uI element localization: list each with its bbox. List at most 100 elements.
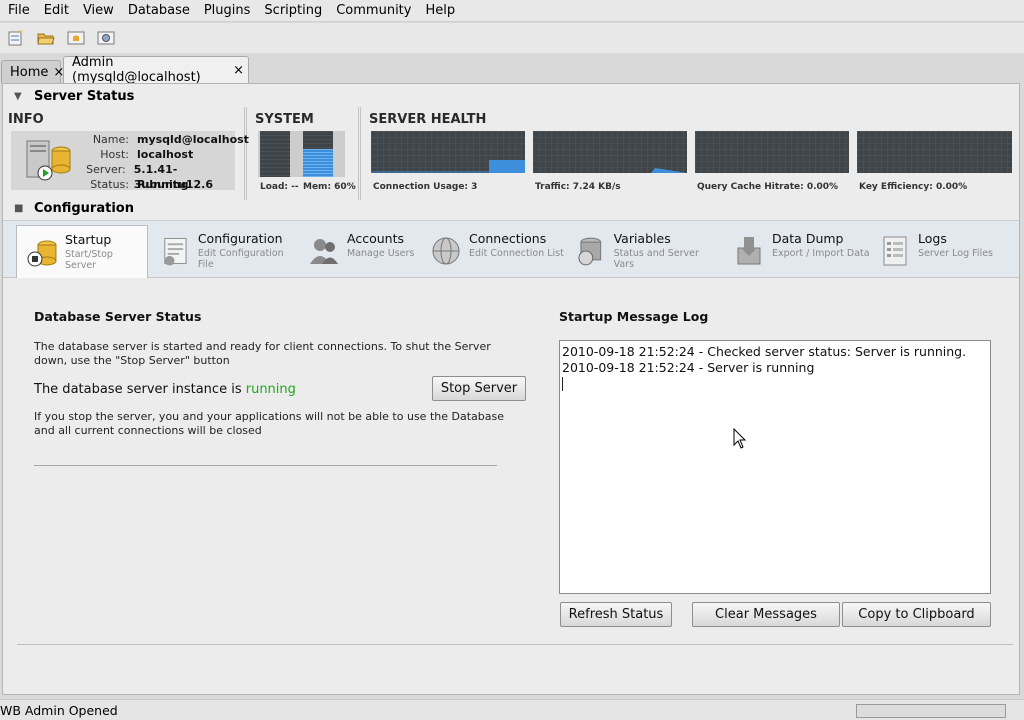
cfg-tab-startup[interactable]: Startup Start/Stop Server xyxy=(16,225,148,279)
traffic-graph xyxy=(533,131,687,173)
connection-usage-label: Connection Usage: 3 xyxy=(373,182,478,192)
cfg-tab-logs[interactable]: Logs Server Log Files xyxy=(870,225,1000,278)
tab-admin[interactable]: Admin (mysqld@localhost) × xyxy=(63,55,249,85)
menu-database[interactable]: Database xyxy=(120,0,196,22)
cfg-tab-label: Startup xyxy=(64,232,112,247)
cfg-tab-sub: Edit Connection List xyxy=(469,248,564,259)
instance-status: The database server instance is running xyxy=(34,382,296,397)
startup-message-log[interactable]: 2010-09-18 21:52:24 - Checked server sta… xyxy=(559,340,991,594)
divider xyxy=(34,465,497,466)
stop-server-button[interactable]: Stop Server xyxy=(432,376,526,401)
tab-admin-label: Admin (mysqld@localhost) xyxy=(72,55,201,85)
info-key: Name: xyxy=(92,133,129,146)
server-status-header[interactable]: ▼ Server Status xyxy=(3,85,134,107)
collapse-arrow-icon: ▼ xyxy=(14,90,22,102)
traffic-label: Traffic: 7.24 KB/s xyxy=(535,182,621,192)
load-gauge xyxy=(258,131,302,177)
status-description-line: down, use the "Stop Server" button xyxy=(34,354,230,367)
copy-to-clipboard-button[interactable]: Copy to Clipboard xyxy=(842,602,991,627)
menu-plugins[interactable]: Plugins xyxy=(196,0,257,22)
tab-home[interactable]: Home × xyxy=(1,60,64,83)
configuration-icon xyxy=(164,237,187,266)
menu-help-label: Help xyxy=(425,2,456,18)
traffic-plot xyxy=(651,168,687,173)
data-dump-icon xyxy=(737,237,761,265)
configuration-header[interactable]: ■ Configuration xyxy=(3,197,134,219)
menu-database-label: Database xyxy=(127,2,190,18)
server-health-panel: SERVER HEALTH Connection Usage: 3 Traffi… xyxy=(364,107,1019,200)
stop-warning-line: If you stop the server, you and your app… xyxy=(34,410,504,423)
menubar: File Edit View Database Plugins Scriptin… xyxy=(0,0,1024,22)
key-efficiency-label: Key Efficiency: 0.00% xyxy=(859,182,968,192)
cfg-tab-label: Accounts xyxy=(347,231,404,246)
cfg-tab-sub: Edit Configuration File xyxy=(197,248,284,270)
load-label: Load: -- xyxy=(260,182,299,192)
info-rows: Name: mysqld@localhost Host: localhost Ser… xyxy=(77,132,249,192)
info-value: 5.1.41-3ubuntu12.6 xyxy=(133,163,214,191)
menu-plugins-label: Plugins xyxy=(203,2,251,18)
menu-view[interactable]: View xyxy=(75,0,120,22)
connection-usage-plot xyxy=(371,160,525,173)
cfg-tab-label: Variables xyxy=(613,231,671,246)
connection-usage-graph xyxy=(371,131,525,173)
query-cache-graph xyxy=(695,131,849,173)
new-model-button[interactable] xyxy=(4,26,28,50)
cfg-tab-configuration[interactable]: Configuration Edit Configuration File xyxy=(151,225,299,278)
open-model-button[interactable] xyxy=(34,26,58,50)
menu-scripting-label: Scripting xyxy=(264,2,323,18)
stop-warning: If you stop the server, you and your app… xyxy=(34,410,504,438)
system-panel: SYSTEM Load: -- Mem: 60% xyxy=(250,107,361,200)
status-description-line: The database server is started and ready… xyxy=(34,340,491,353)
status-bar: WB Admin Opened xyxy=(0,699,1024,720)
close-icon[interactable]: × xyxy=(233,63,244,78)
menu-edit[interactable]: Edit xyxy=(36,0,75,22)
collapse-square-icon: ■ xyxy=(14,202,24,214)
tab-strip: Home × Admin (mysqld@localhost) × xyxy=(0,53,1024,85)
menu-scripting[interactable]: Scripting xyxy=(256,0,328,22)
status-description: The database server is started and ready… xyxy=(34,340,491,368)
cfg-tab-data-dump[interactable]: Data Dump Export / Import Data xyxy=(724,225,870,278)
logs-icon xyxy=(883,236,907,266)
log-line: 2010-09-18 21:52:24 - Checked server sta… xyxy=(562,344,967,359)
cfg-tab-sub: Export / Import Data xyxy=(772,248,870,259)
server-health-title: SERVER HEALTH xyxy=(369,112,487,127)
cfg-tab-label: Data Dump xyxy=(772,231,844,246)
connections-icon xyxy=(432,237,460,265)
instance-state: running xyxy=(245,382,296,397)
cfg-tab-label: Configuration xyxy=(197,231,283,246)
cfg-tab-sub: Manage Users xyxy=(347,248,415,259)
menu-view-label: View xyxy=(82,2,114,18)
memory-gauge xyxy=(301,131,345,177)
configuration-title: Configuration xyxy=(34,200,134,216)
mouse-cursor-icon xyxy=(733,428,747,449)
menu-file[interactable]: File xyxy=(0,0,36,22)
new-query-icon xyxy=(67,31,85,45)
server-status-title: Server Status xyxy=(34,88,135,104)
key-efficiency-graph xyxy=(857,131,1012,173)
stop-warning-line: and all current connections will be clos… xyxy=(34,424,262,437)
startup-icon xyxy=(27,240,57,267)
menu-help[interactable]: Help xyxy=(417,0,461,22)
cfg-tab-accounts[interactable]: Accounts Manage Users xyxy=(299,225,423,278)
status-text: WB Admin Opened xyxy=(0,702,118,718)
startup-content: Database Server Status The database serv… xyxy=(5,278,1017,694)
cfg-tab-sub: Status and Server Vars xyxy=(613,248,699,270)
new-query-button[interactable] xyxy=(64,26,88,50)
cfg-tab-sub: Server Log Files xyxy=(918,248,994,259)
manage-connections-button[interactable] xyxy=(94,26,118,50)
clear-messages-button[interactable]: Clear Messages xyxy=(692,602,840,627)
variables-icon xyxy=(578,237,602,266)
text-caret xyxy=(562,377,563,391)
cfg-tab-connections[interactable]: Connections Edit Connection List xyxy=(421,225,566,278)
refresh-status-button[interactable]: Refresh Status xyxy=(560,602,672,627)
cfg-tab-sub: Start/Stop Server xyxy=(64,249,113,271)
cfg-tab-variables[interactable]: Variables Status and Server Vars xyxy=(566,225,721,278)
info-title: INFO xyxy=(8,112,44,127)
menu-edit-label: Edit xyxy=(43,2,69,18)
menu-community[interactable]: Community xyxy=(328,0,417,22)
memory-gauge-bar xyxy=(303,131,333,177)
info-panel: INFO Name: mysqld@localhost Host: localhos… xyxy=(3,107,249,200)
accounts-icon xyxy=(310,239,338,264)
info-row-status: Status: Running xyxy=(77,177,249,192)
open-model-icon xyxy=(37,33,55,45)
